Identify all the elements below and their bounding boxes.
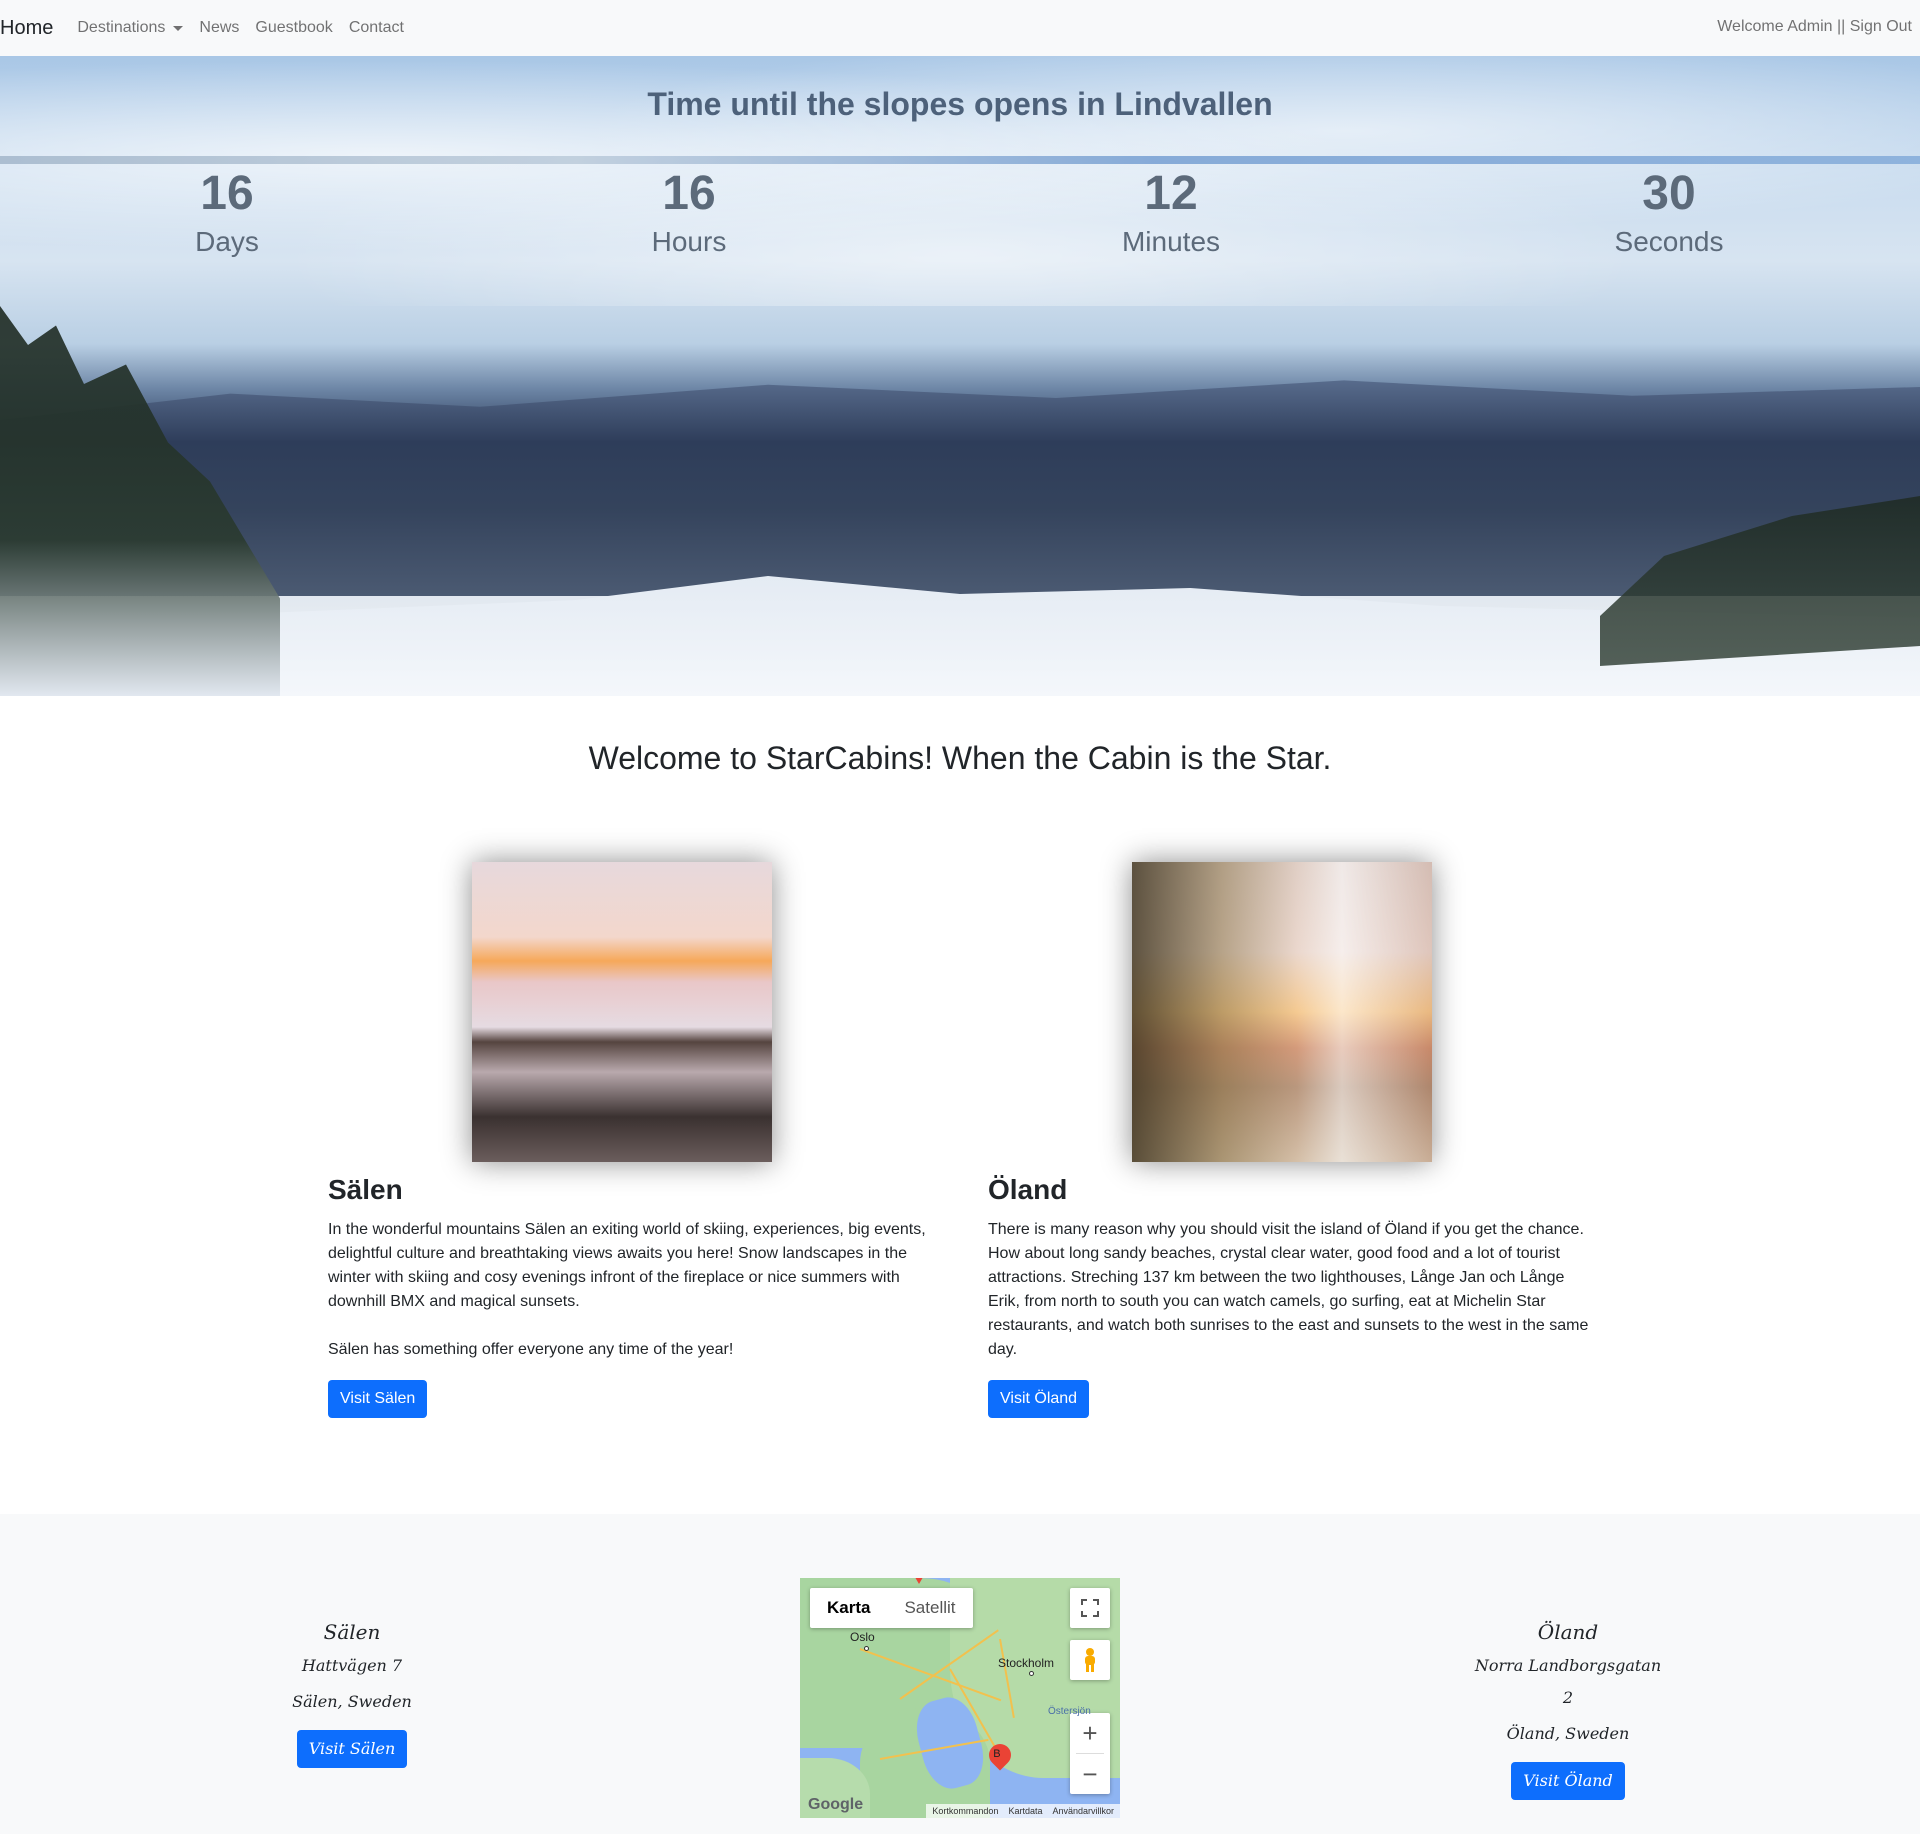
visit-salen-button[interactable]: Visit Sälen bbox=[328, 1380, 428, 1418]
nav-destinations-label: Destinations bbox=[77, 19, 166, 36]
navbar: Home Destinations News Guestbook Contact… bbox=[0, 0, 1920, 56]
footer-salen-name: Sälen bbox=[323, 1620, 381, 1644]
map-tab-satellit[interactable]: Satellit bbox=[887, 1588, 972, 1628]
city-dot-icon bbox=[1029, 1671, 1034, 1676]
pegman-icon[interactable] bbox=[1070, 1640, 1110, 1680]
map-keyboard-shortcuts[interactable]: Kortkommandon bbox=[932, 1804, 998, 1818]
city-dot-icon bbox=[864, 1646, 869, 1651]
countdown-minutes-value: 12 bbox=[1144, 167, 1198, 220]
map-marker-a-icon[interactable] bbox=[912, 1578, 926, 1584]
countdown-seconds: 30 Seconds bbox=[1604, 166, 1734, 262]
map-tab-karta[interactable]: Karta bbox=[810, 1588, 887, 1628]
map-data[interactable]: Kartdata bbox=[1008, 1804, 1042, 1818]
countdown-minutes: 12 Minutes bbox=[1106, 166, 1236, 262]
map-marker-label: B bbox=[993, 1747, 1001, 1760]
zoom-controls: + − bbox=[1070, 1713, 1110, 1794]
hero-banner: Time until the slopes opens in Lindvalle… bbox=[0, 56, 1920, 696]
map-type-tabs: Karta Satellit bbox=[810, 1588, 973, 1628]
map-label-stockholm: Stockholm bbox=[998, 1656, 1055, 1670]
nav-news[interactable]: News bbox=[199, 19, 239, 37]
footer-oland-name: Öland bbox=[1537, 1620, 1599, 1644]
footer-address-oland: Öland Norra Landborgsgatan 2 Öland, Swed… bbox=[1468, 1614, 1668, 1800]
countdown-title: Time until the slopes opens in Lindvalle… bbox=[647, 86, 1273, 122]
nav-contact[interactable]: Contact bbox=[349, 19, 404, 37]
footer-visit-salen-button[interactable]: Visit Sälen bbox=[296, 1730, 408, 1768]
salen-paragraph-2: Sälen has something offer everyone any t… bbox=[328, 1341, 734, 1358]
salen-paragraph-1: In the wonderful mountains Sälen an exit… bbox=[328, 1221, 926, 1310]
minus-icon[interactable]: − bbox=[1082, 1754, 1097, 1794]
footer-visit-oland-button[interactable]: Visit Öland bbox=[1511, 1762, 1625, 1800]
oland-description: There is many reason why you should visi… bbox=[988, 1218, 1598, 1362]
caret-down-icon bbox=[173, 25, 184, 31]
visit-oland-button[interactable]: Visit Öland bbox=[988, 1380, 1090, 1418]
map-label-oslo: Oslo bbox=[850, 1630, 875, 1644]
map-attribution: Kortkommandon Kartdata Användarvillkor bbox=[926, 1804, 1120, 1818]
footer: Sälen Hattvägen 7 Sälen, Sweden Visit Sä… bbox=[0, 1514, 1920, 1834]
map-terms[interactable]: Användarvillkor bbox=[1052, 1804, 1114, 1818]
salen-image bbox=[472, 862, 772, 1162]
footer-salen-city: Sälen, Sweden bbox=[292, 1692, 412, 1711]
salen-title: Sälen bbox=[328, 1174, 403, 1205]
footer-oland-city: Öland, Sweden bbox=[1506, 1724, 1630, 1743]
welcome-signout[interactable]: Welcome Admin || Sign Out bbox=[1717, 18, 1912, 36]
footer-address-salen: Sälen Hattvägen 7 Sälen, Sweden Visit Sä… bbox=[252, 1614, 452, 1768]
countdown-seconds-label: Seconds bbox=[1614, 226, 1724, 257]
oland-title: Öland bbox=[988, 1174, 1068, 1205]
footer-salen-street: Hattvägen 7 bbox=[301, 1656, 403, 1675]
nav-home[interactable]: Home bbox=[0, 17, 53, 40]
hero-mountains bbox=[0, 380, 1920, 596]
countdown-days-value: 16 bbox=[200, 167, 254, 220]
welcome-heading: Welcome to StarCabins! When the Cabin is… bbox=[588, 740, 1332, 776]
fullscreen-icon[interactable] bbox=[1070, 1588, 1110, 1628]
salen-description: In the wonderful mountains Sälen an exit… bbox=[328, 1218, 938, 1362]
oland-paragraph-1: There is many reason why you should visi… bbox=[988, 1221, 1589, 1358]
nav-guestbook[interactable]: Guestbook bbox=[255, 19, 332, 37]
countdown-days-label: Days bbox=[195, 226, 259, 257]
countdown-days: 16 Days bbox=[177, 166, 277, 262]
map-label-sea: Östersjön bbox=[1048, 1706, 1091, 1717]
countdown-hours-label: Hours bbox=[651, 226, 727, 257]
countdown-seconds-value: 30 bbox=[1642, 167, 1696, 220]
countdown-hours-value: 16 bbox=[662, 167, 716, 220]
google-logo: Google bbox=[808, 1796, 864, 1813]
footer-oland-street: Norra Landborgsgatan 2 bbox=[1474, 1656, 1662, 1707]
hero-band bbox=[0, 156, 1920, 164]
nav-destinations[interactable]: Destinations bbox=[77, 19, 184, 37]
plus-icon[interactable]: + bbox=[1082, 1713, 1097, 1753]
countdown-hours: 16 Hours bbox=[639, 166, 739, 262]
countdown-minutes-label: Minutes bbox=[1121, 226, 1221, 257]
google-map[interactable]: Karta Satellit + − Oslo Stockholm Östers… bbox=[800, 1578, 1120, 1818]
oland-image bbox=[1132, 862, 1432, 1162]
